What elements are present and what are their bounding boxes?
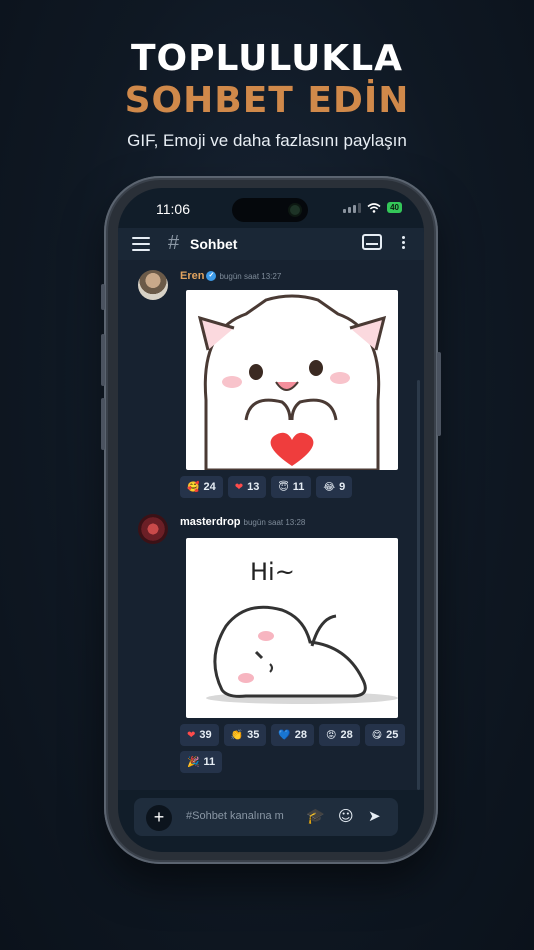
headline-title: TOPLULUKLA [130,38,404,79]
blob-sticker: Hi~ [206,558,398,704]
reaction-chip[interactable]: 👏 35 [223,724,267,746]
emoji-icon: ❤ [234,481,244,493]
reaction-bar: ❤ 39 👏 35 💙 28 😡 28 😋 25 🎉 11 [180,724,410,773]
phone-power-button [437,352,441,436]
headline-accent: SOHBET EDİN [124,80,410,121]
phone-side-button [101,284,105,310]
phone-frame: 11:06 40 # Sohbet Eren ✓ bugün saat 13:2… [101,176,441,864]
avatar[interactable] [138,270,168,300]
cat-sticker [197,294,387,470]
reaction-count: 9 [339,481,346,493]
send-icon[interactable]: ➤ [368,808,381,824]
dynamic-island [232,198,308,222]
message-composer: + #Sohbet kanalına m 🎓 ☺ ➤ [134,798,398,836]
author-name[interactable]: masterdrop [180,516,241,528]
reaction-count: 35 [247,729,260,741]
author-name[interactable]: Eren [180,270,204,282]
phone-screen: 11:06 40 # Sohbet Eren ✓ bugün saat 13:2… [118,188,424,852]
verified-icon: ✓ [206,271,217,282]
sticker-image[interactable]: Hi~ [186,538,398,718]
emoji-picker-icon[interactable]: ☺ [338,808,354,824]
message-time: bugün saat 13:27 [219,272,282,281]
reaction-chip[interactable]: ❤ 13 [227,476,267,498]
message-header: Eren ✓ bugün saat 13:27 [180,270,281,282]
subtitle: GIF, Emoji ve daha fazlasını paylaşın [127,131,407,150]
message-time: bugün saat 13:28 [243,518,306,527]
reaction-chip[interactable]: 💙 28 [271,724,315,746]
inbox-icon[interactable] [362,234,382,250]
reaction-count: 39 [199,729,212,741]
emoji-icon: 😇 [278,481,289,493]
emoji-icon: ❤ [187,729,196,741]
menu-icon[interactable] [132,237,150,251]
sticker-text: Hi~ [250,558,295,586]
camera-icon [290,205,300,215]
status-time: 11:06 [156,201,190,217]
emoji-icon: 🎉 [187,756,200,768]
emoji-icon: 👏 [230,729,244,741]
reaction-chip[interactable]: 😋 25 [364,724,406,746]
reaction-chip[interactable]: 😂 9 [316,476,353,498]
status-indicators: 40 [343,202,402,213]
reaction-chip[interactable]: 😡 28 [319,724,360,746]
message-input[interactable]: #Sohbet kanalına m [186,810,296,822]
reaction-count: 28 [294,729,308,741]
reaction-count: 28 [340,729,353,741]
emoji-icon: 😡 [326,729,337,741]
reaction-chip[interactable]: ❤ 39 [180,724,219,746]
signal-icon [343,202,362,213]
scrollbar[interactable] [417,380,420,790]
message-header: masterdrop bugün saat 13:28 [180,516,305,528]
hash-icon: # [168,232,180,254]
reaction-bar: 🥰 24 ❤ 13 😇 11 😂 9 [180,476,410,498]
phone-volume-down [101,398,105,450]
reaction-count: 25 [386,729,399,741]
graduation-cap-icon[interactable]: 🎓 [306,808,325,824]
reaction-count: 24 [203,481,216,493]
reaction-count: 11 [292,481,305,493]
battery-icon: 40 [387,202,402,213]
emoji-icon: 😋 [371,729,383,741]
add-attachment-button[interactable]: + [146,805,172,831]
reaction-count: 13 [247,481,260,493]
phone-volume-up [101,334,105,386]
channel-name: Sohbet [190,236,238,252]
wifi-icon [367,202,381,213]
channel-header: # Sohbet [118,228,424,260]
reaction-chip[interactable]: 😇 11 [271,476,312,498]
more-options-icon[interactable] [402,236,406,251]
reaction-chip[interactable]: 🎉 11 [180,751,223,773]
message-list[interactable]: Eren ✓ bugün saat 13:27 🥰 24 ❤ 13 😇 11 😂… [118,260,424,790]
emoji-icon: 🥰 [187,481,200,493]
emoji-icon: 💙 [278,729,291,741]
reaction-count: 11 [203,756,216,768]
reaction-chip[interactable]: 🥰 24 [180,476,223,498]
emoji-icon: 😂 [323,481,336,493]
sticker-image[interactable] [186,290,398,470]
avatar[interactable] [138,514,168,544]
